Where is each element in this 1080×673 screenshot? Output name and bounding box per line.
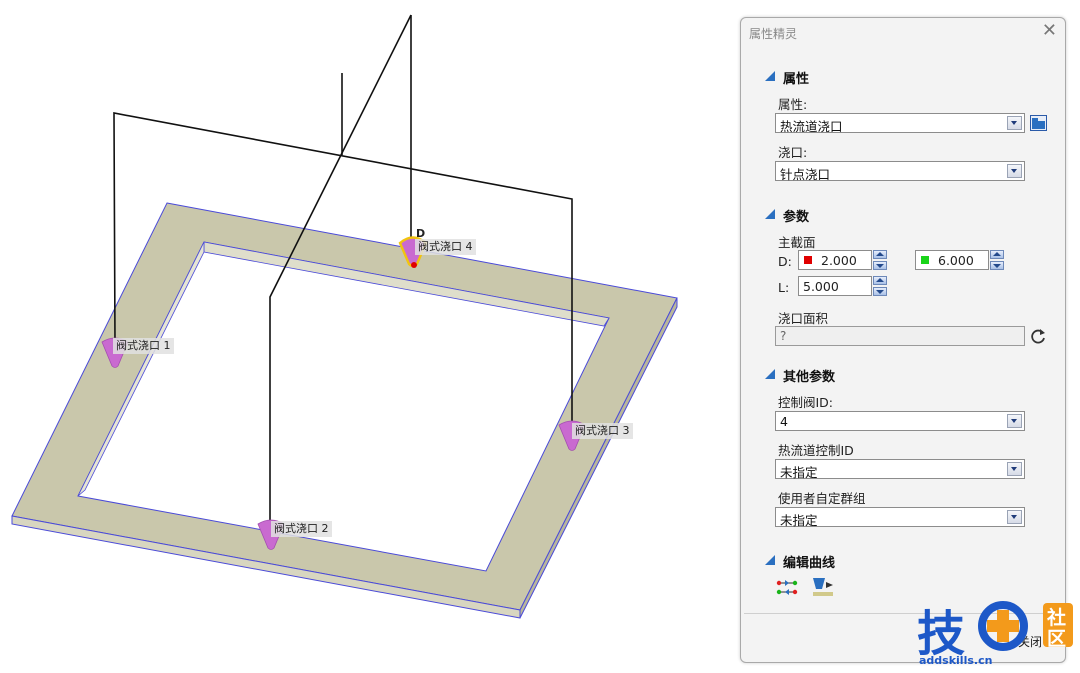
- d-value: 2.000: [821, 253, 857, 268]
- section-attributes[interactable]: 属性: [765, 68, 810, 87]
- l-input[interactable]: 5.000: [798, 276, 872, 296]
- collapse-triangle-icon[interactable]: [765, 369, 775, 379]
- valve-id-value: 4: [780, 414, 788, 429]
- property-wizard-panel: 属性精灵 ✕ 属性 属性: 热流道浇口 浇口: 针点浇口 参数 主截面 D: 2…: [740, 17, 1066, 663]
- gate-type-select[interactable]: 针点浇口: [775, 161, 1025, 182]
- d2-value: 6.000: [938, 253, 974, 268]
- section-other-params-label: 其他参数: [783, 370, 836, 385]
- 3d-viewport[interactable]: D 阀式浇口 1 阀式浇口 2 阀式浇口 3 阀式浇口 4: [0, 0, 735, 673]
- main-section-label: 主截面: [778, 235, 816, 250]
- d2-input[interactable]: 6.000: [915, 250, 989, 270]
- valve-id-label: 控制阀ID:: [778, 395, 834, 410]
- section-params-label: 参数: [783, 210, 810, 225]
- spin-down-icon[interactable]: [873, 261, 887, 270]
- section-other-params[interactable]: 其他参数: [765, 366, 836, 385]
- attr-label: 属性:: [778, 97, 808, 112]
- refresh-icon[interactable]: [1030, 328, 1047, 345]
- gate-label-3: 阀式浇口 3: [572, 423, 633, 439]
- watermark-badge: 社 区: [1043, 603, 1073, 650]
- gate-arrow-icon[interactable]: [811, 576, 837, 598]
- watermark-plus-icon: [978, 601, 1028, 651]
- l-label: L:: [778, 280, 790, 295]
- spin-down-icon[interactable]: [990, 261, 1004, 270]
- gate-label-2: 阀式浇口 2: [271, 521, 332, 537]
- user-group-value: 未指定: [780, 513, 818, 528]
- user-group-label: 使用者自定群组: [778, 491, 866, 506]
- panel-title: 属性精灵: [749, 27, 798, 41]
- section-attributes-label: 属性: [783, 72, 810, 87]
- spin-up-icon[interactable]: [873, 250, 887, 259]
- d-label: D:: [778, 254, 792, 269]
- attr-select[interactable]: 热流道浇口: [775, 113, 1025, 134]
- curve-edit-nodes-icon[interactable]: [775, 578, 799, 598]
- section-params[interactable]: 参数: [765, 206, 810, 225]
- l-spinner[interactable]: [873, 276, 887, 296]
- gate-type-label: 浇口:: [778, 145, 808, 160]
- section-edit-curve[interactable]: 编辑曲线: [765, 552, 836, 571]
- gate-type-value: 针点浇口: [780, 167, 831, 182]
- spin-down-icon[interactable]: [873, 287, 887, 296]
- user-group-select[interactable]: 未指定: [775, 507, 1025, 528]
- hotrunner-id-select[interactable]: 未指定: [775, 459, 1025, 480]
- d2-spinner[interactable]: [990, 250, 1004, 270]
- watermark-char-4: 区: [1047, 628, 1067, 650]
- red-swatch: [804, 256, 812, 264]
- gate-label-1: 阀式浇口 1: [113, 338, 174, 354]
- chevron-down-icon[interactable]: [1007, 414, 1022, 428]
- chevron-down-icon[interactable]: [1007, 462, 1022, 476]
- l-value: 5.000: [803, 279, 839, 294]
- gate-label-4: 阀式浇口 4: [415, 239, 476, 255]
- d-input[interactable]: 2.000: [798, 250, 872, 270]
- green-swatch: [921, 256, 929, 264]
- d-spinner[interactable]: [873, 250, 887, 270]
- attr-select-value: 热流道浇口: [780, 119, 843, 134]
- hotrunner-id-value: 未指定: [780, 465, 818, 480]
- chevron-down-icon[interactable]: [1007, 116, 1022, 130]
- hotrunner-id-label: 热流道控制ID: [778, 443, 854, 458]
- section-edit-curve-label: 编辑曲线: [783, 556, 836, 571]
- collapse-triangle-icon[interactable]: [765, 71, 775, 81]
- gate-area-field: ?: [775, 326, 1025, 346]
- spin-up-icon[interactable]: [873, 276, 887, 285]
- chevron-down-icon[interactable]: [1007, 164, 1022, 178]
- close-icon[interactable]: ✕: [1042, 22, 1057, 40]
- chevron-down-icon[interactable]: [1007, 510, 1022, 524]
- attr-edit-icon[interactable]: [1030, 115, 1047, 131]
- collapse-triangle-icon[interactable]: [765, 555, 775, 565]
- watermark-logo: 技 社 区 addskills.cn: [915, 600, 1075, 670]
- watermark-url: addskills.cn: [919, 654, 993, 667]
- valve-id-select[interactable]: 4: [775, 411, 1025, 431]
- spin-up-icon[interactable]: [990, 250, 1004, 259]
- gate-area-label: 浇口面积: [778, 311, 829, 326]
- collapse-triangle-icon[interactable]: [765, 209, 775, 219]
- model-canvas[interactable]: [0, 0, 735, 673]
- gate-area-value: ?: [780, 329, 787, 343]
